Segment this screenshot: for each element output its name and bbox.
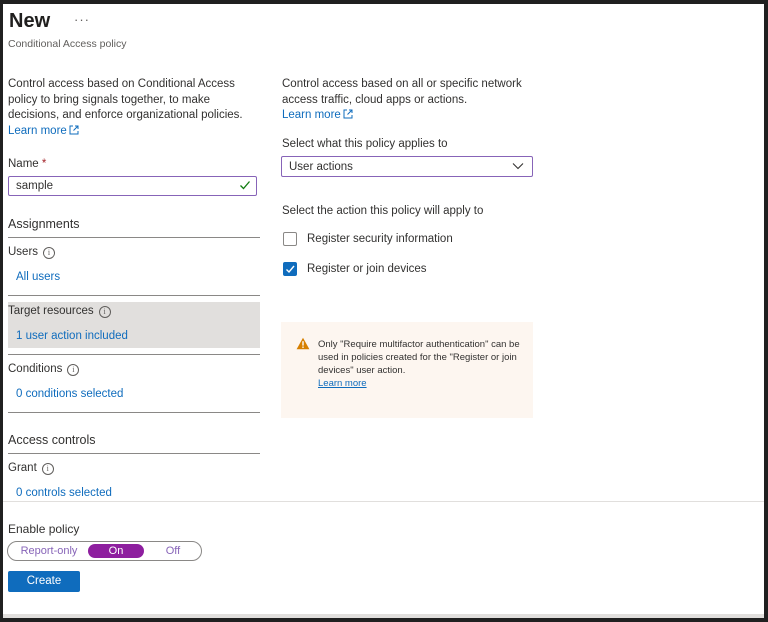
external-link-icon [343,109,353,119]
enable-policy-toggle: Report-only On Off [7,541,202,561]
assignments-heading: Assignments [8,217,80,231]
left-intro-text: Control access based on Conditional Acce… [8,78,243,121]
external-link-icon [69,125,79,134]
left-learn-more-link[interactable]: Learn more [8,125,79,137]
users-label: Users i [8,246,56,259]
right-learn-more-label: Learn more [282,109,341,121]
name-input-value: sample [16,180,54,192]
users-divider [8,295,260,296]
bottom-edge [3,614,764,618]
page-title: New [9,10,51,32]
footer-divider [3,501,764,502]
target-divider [8,354,260,355]
access-controls-divider [8,453,260,454]
chevron-down-icon [512,163,524,170]
target-resources-label-text: Target resources [8,305,94,317]
access-controls-heading: Access controls [8,433,96,447]
conditions-value-link[interactable]: 0 conditions selected [16,388,123,400]
info-icon[interactable]: i [98,306,111,318]
checkmark-icon [240,181,250,190]
action-option-security-info[interactable]: Register security information [283,232,453,246]
conditions-label: Conditions i [8,363,80,376]
policy-panel: New ··· Conditional Access policy Contro… [3,4,764,618]
info-icon[interactable]: i [41,463,54,475]
page-subtitle: Conditional Access policy [8,38,127,50]
grant-value-link[interactable]: 0 controls selected [16,487,112,499]
assignments-divider [8,237,260,238]
left-intro: Control access based on Conditional Acce… [8,77,258,139]
checkbox-unchecked[interactable] [283,232,297,246]
action-option-label: Register or join devices [307,263,427,275]
toggle-on[interactable]: On [88,544,144,558]
more-options-icon[interactable]: ··· [74,12,90,27]
applies-to-label: Select what this policy applies to [282,138,448,150]
left-learn-more-label: Learn more [8,124,67,137]
name-input[interactable]: sample [8,176,257,196]
right-learn-more-link[interactable]: Learn more [282,109,353,121]
warning-learn-more-link[interactable]: Learn more [318,378,367,389]
action-option-label: Register security information [307,233,453,245]
conditions-divider [8,412,260,413]
name-label-text: Name [8,158,39,170]
action-label: Select the action this policy will apply… [282,205,484,217]
checkmark-icon [286,265,295,274]
grant-label: Grant i [8,462,54,475]
target-resources-label: Target resources i [8,305,111,318]
target-resources-value-link[interactable]: 1 user action included [16,330,128,342]
right-intro-text: Control access based on all or specific … [282,78,522,106]
action-option-register-devices[interactable]: Register or join devices [283,262,427,276]
conditions-label-text: Conditions [8,363,63,375]
applies-to-value: User actions [289,161,353,173]
users-label-text: Users [8,246,39,258]
right-intro: Control access based on all or specific … [282,77,532,124]
required-marker: * [41,158,47,170]
warning-text-block: Only "Require multifactor authentication… [318,338,523,390]
users-value-link[interactable]: All users [16,271,60,283]
info-icon[interactable]: i [43,247,56,259]
create-button[interactable]: Create [8,571,80,592]
warning-text: Only "Require multifactor authentication… [318,339,520,376]
grant-label-text: Grant [8,462,37,474]
warning-message: Only "Require multifactor authentication… [281,322,533,418]
enable-policy-label: Enable policy [8,522,80,536]
toggle-off[interactable]: Off [148,544,198,558]
toggle-report-only[interactable]: Report-only [14,544,84,558]
warning-icon [296,337,310,350]
name-label: Name * [8,158,46,170]
info-icon[interactable]: i [67,364,80,376]
applies-to-dropdown[interactable]: User actions [281,156,533,177]
checkbox-checked[interactable] [283,262,297,276]
